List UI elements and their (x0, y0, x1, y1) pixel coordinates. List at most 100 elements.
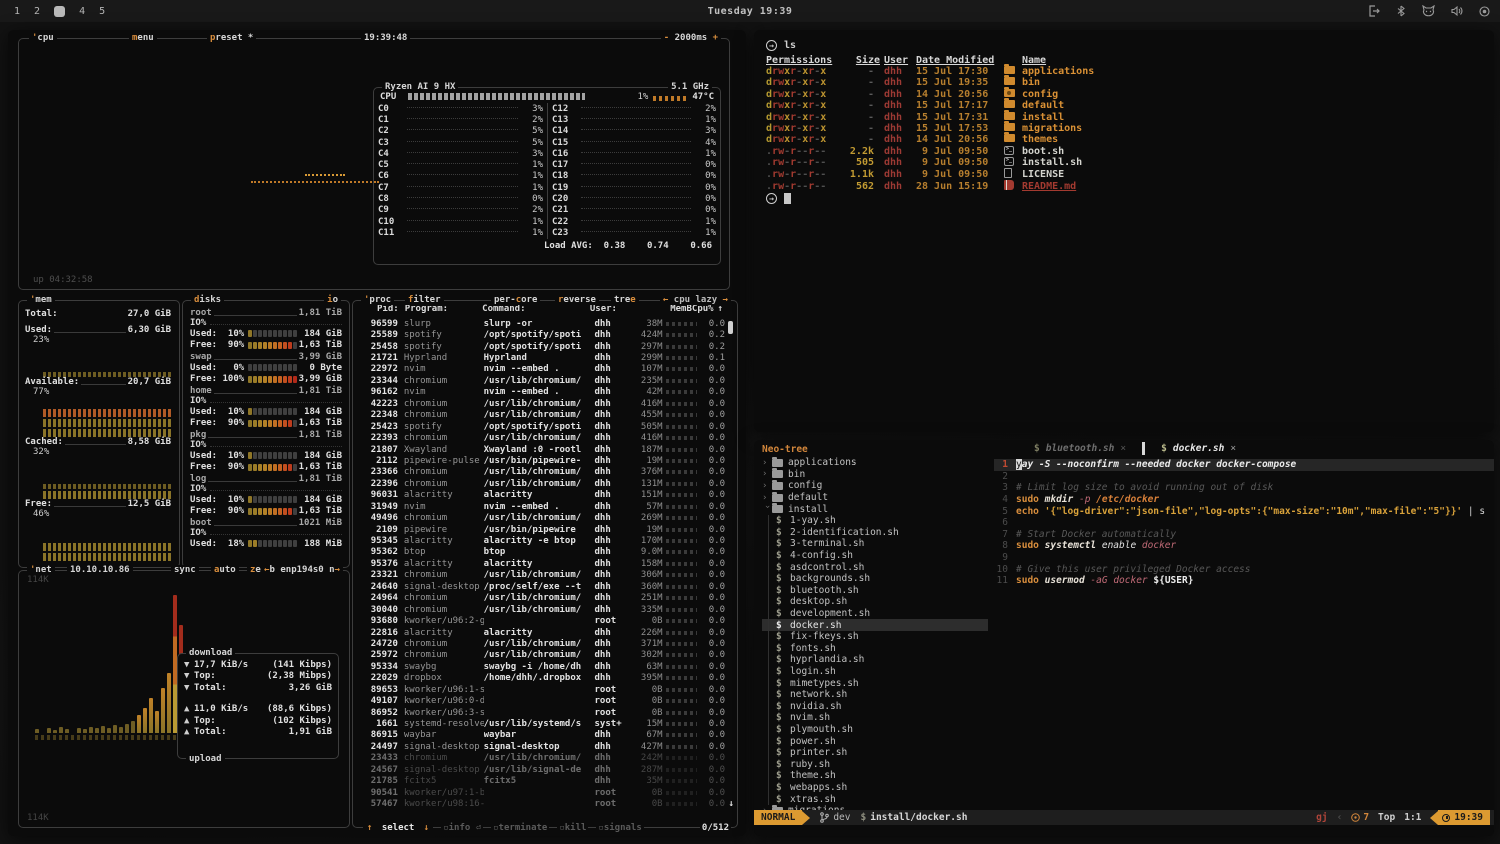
process-row[interactable]: 22972nvimnvim --embed .dhh107M0.0 (357, 364, 725, 375)
process-row[interactable]: 24567signal-desktop/usr/lib/signal-dedhh… (357, 764, 725, 775)
process-row[interactable]: 23366chromium/usr/lib/chromium/dhh376M0.… (357, 467, 725, 478)
io-mode-button[interactable]: io (324, 295, 341, 305)
neotree-item-applications[interactable]: ›applications (762, 457, 994, 469)
process-row[interactable]: 21785fcitx5fcitx5dhh35M0.0 (357, 776, 725, 787)
process-row[interactable]: 22348chromium/usr/lib/chromium/dhh455M0.… (357, 410, 725, 421)
process-row[interactable]: 22029dropbox/home/dhh/.dropboxdhh395M0.0 (357, 673, 725, 684)
bluetooth-icon[interactable] (1396, 5, 1406, 17)
net-box-title[interactable]: 'net (27, 565, 55, 575)
mem-box-title[interactable]: 'mem (27, 295, 55, 305)
neotree-item-bin[interactable]: ›bin (762, 469, 994, 481)
neotree-item-fonts.sh[interactable]: $fonts.sh (762, 643, 994, 655)
process-row[interactable]: 49496chromium/usr/lib/chromium/dhh269M0.… (357, 512, 725, 523)
kill-button[interactable]: ▫kill (557, 823, 588, 833)
neotree-item-ruby.sh[interactable]: $ruby.sh (762, 758, 994, 770)
cat-icon[interactable] (1422, 5, 1435, 17)
process-row[interactable]: 96599slurpslurp -ordhh38M0.0 (357, 318, 725, 329)
refresh-interval[interactable]: - 2000ms + (661, 33, 721, 43)
process-row[interactable]: 42223chromium/usr/lib/chromium/dhh416M0.… (357, 398, 725, 409)
process-row[interactable]: 30040chromium/usr/lib/chromium/dhh335M0.… (357, 604, 725, 615)
process-row[interactable]: 1661systemd-resolve/usr/lib/systemd/ssys… (357, 718, 725, 729)
process-row[interactable]: 86952kworker/u96:3-sdroot0B0.0 (357, 707, 725, 718)
process-row[interactable]: 23433chromium/usr/lib/chromium/dhh242M0.… (357, 753, 725, 764)
net-sync-button[interactable]: sync (171, 565, 199, 575)
process-row[interactable]: 22816alacrittyalacrittydhh226M0.0 (357, 627, 725, 638)
command-line[interactable] (754, 825, 1494, 836)
signals-button[interactable]: ▫signals (596, 823, 643, 833)
process-row[interactable]: 93680kworker/u96:2-gfroot0B0.0 (357, 615, 725, 626)
proc-column-program[interactable]: Program: (399, 304, 482, 314)
process-row[interactable]: 90541kworker/u97:1-btroot0B0.0 (357, 787, 725, 798)
code-line[interactable]: 8sudo systemctl enable docker (994, 540, 1494, 552)
neotree-item-fix-fkeys.sh[interactable]: $fix-fkeys.sh (762, 631, 994, 643)
process-row[interactable]: 24497signal-desktopsignal-desktopdhh427M… (357, 741, 725, 752)
neotree-item-mimetypes.sh[interactable]: $mimetypes.sh (762, 677, 994, 689)
per-core-button[interactable]: per-core (491, 295, 540, 305)
neotree-item-power.sh[interactable]: $power.sh (762, 735, 994, 747)
sort-selector[interactable]: ← cpu lazy → (660, 295, 731, 305)
neotree-item-printer.sh[interactable]: $printer.sh (762, 747, 994, 759)
code-line[interactable]: 10# Give this user privileged Docker acc… (994, 563, 1494, 575)
process-row[interactable]: 22393chromium/usr/lib/chromium/dhh416M0.… (357, 432, 725, 443)
process-row[interactable]: 24720chromium/usr/lib/chromium/dhh371M0.… (357, 638, 725, 649)
process-row[interactable]: 96031alacrittyalacrittydhh151M0.0 (357, 490, 725, 501)
record-icon[interactable] (1479, 6, 1490, 17)
code-line[interactable]: 6 (994, 517, 1494, 529)
process-row[interactable]: 21807XwaylandXwayland :0 -rootldhh187M0.… (357, 444, 725, 455)
proc-column-command[interactable]: Command: (482, 304, 590, 314)
neotree-item-theme.sh[interactable]: $theme.sh (762, 770, 994, 782)
scroll-down-arrow[interactable]: ↓ (729, 799, 734, 809)
process-row[interactable]: 95362btopbtopdhh9.0M0.0 (357, 547, 725, 558)
process-row[interactable]: 23344chromium/usr/lib/chromium/dhh235M0.… (357, 375, 725, 386)
cpu-box-title[interactable]: 'cpu (29, 33, 57, 43)
neotree-item-nvim.sh[interactable]: $nvim.sh (762, 712, 994, 724)
code-line[interactable]: 9 (994, 552, 1494, 564)
tab-close-icon[interactable]: × (1230, 443, 1236, 454)
process-row[interactable]: 57467kworker/u98:16-broot0B0.0 (357, 798, 725, 809)
process-row[interactable]: 95345alacrittyalacritty -e btopdhh170M0.… (357, 535, 725, 546)
proc-column-pid[interactable]: Pid: (359, 304, 399, 314)
neotree-item-3-terminal.sh[interactable]: $3-terminal.sh (762, 538, 994, 550)
tab-close-icon[interactable]: × (1120, 443, 1126, 454)
neotree-item-login.sh[interactable]: $login.sh (762, 666, 994, 678)
buffer-tabline[interactable]: $bluetooth.sh× $docker.sh× (994, 440, 1494, 456)
terminate-button[interactable]: ▫terminate (491, 823, 549, 833)
process-row[interactable]: 2112pipewire-pulse/usr/bin/pipewire-dhh1… (357, 455, 725, 466)
code-line[interactable]: 1yay -S --noconfirm --needed docker dock… (994, 459, 1494, 471)
proc-column-cpu[interactable]: Cpu% (692, 304, 714, 314)
select-control[interactable]: ↑ select ↓ (363, 823, 433, 833)
menu-button[interactable]: menu (129, 33, 157, 43)
tab-docker.sh[interactable]: $docker.sh× (1147, 440, 1250, 456)
proc-box-title[interactable]: 'proc (361, 295, 394, 305)
process-list[interactable]: 96599slurpslurp -ordhh38M0.025589spotify… (357, 318, 725, 811)
volume-icon[interactable] (1451, 5, 1463, 17)
process-row[interactable]: 24964chromium/usr/lib/chromium/dhh251M0.… (357, 593, 725, 604)
neotree-item-1-yay.sh[interactable]: $1-yay.sh (762, 515, 994, 527)
neotree-item-xtras.sh[interactable]: $xtras.sh (762, 793, 994, 805)
neotree-item-2-identification.sh[interactable]: $2-identification.sh (762, 527, 994, 539)
code-line[interactable]: 4sudo mkdir -p /etc/docker (994, 494, 1494, 506)
neotree-item-backgrounds.sh[interactable]: $backgrounds.sh (762, 573, 994, 585)
disks-box-title[interactable]: disks (191, 295, 224, 305)
proc-column-[interactable]: ↑ (714, 304, 723, 314)
neotree-item-network.sh[interactable]: $network.sh (762, 689, 994, 701)
tab-bluetooth.sh[interactable]: $bluetooth.sh× (1020, 440, 1140, 456)
proc-column-user[interactable]: User: (590, 304, 624, 314)
code-line[interactable]: 7# Start Docker automatically (994, 529, 1494, 541)
filter-button[interactable]: filter (405, 295, 444, 305)
logout-icon[interactable] (1368, 5, 1380, 17)
process-row[interactable]: 95376alacrittyalacrittydhh158M0.0 (357, 558, 725, 569)
preset-button[interactable]: preset * (207, 33, 256, 43)
system-tray[interactable] (1368, 0, 1490, 22)
neotree-item-config[interactable]: ›config (762, 480, 994, 492)
net-interface-switcher[interactable]: ←b enp194s0 n→ (261, 565, 343, 575)
code-line[interactable]: 3# Limit log size to avoid running out o… (994, 482, 1494, 494)
process-row[interactable]: 25458spotify/opt/spotify/spotidhh297M0.2 (357, 341, 725, 352)
neotree-item-plymouth.sh[interactable]: $plymouth.sh (762, 724, 994, 736)
neotree-item-4-config.sh[interactable]: $4-config.sh (762, 550, 994, 562)
prompt-line-2[interactable]: → (766, 193, 1482, 204)
process-row[interactable]: 31949nvimnvim --embed .dhh57M0.0 (357, 501, 725, 512)
neotree-item-install[interactable]: ›install (762, 503, 994, 515)
process-row[interactable]: 24640signal-desktop/proc/self/exe --tdhh… (357, 581, 725, 592)
process-row[interactable]: 86915waybarwaybardhh67M0.0 (357, 730, 725, 741)
